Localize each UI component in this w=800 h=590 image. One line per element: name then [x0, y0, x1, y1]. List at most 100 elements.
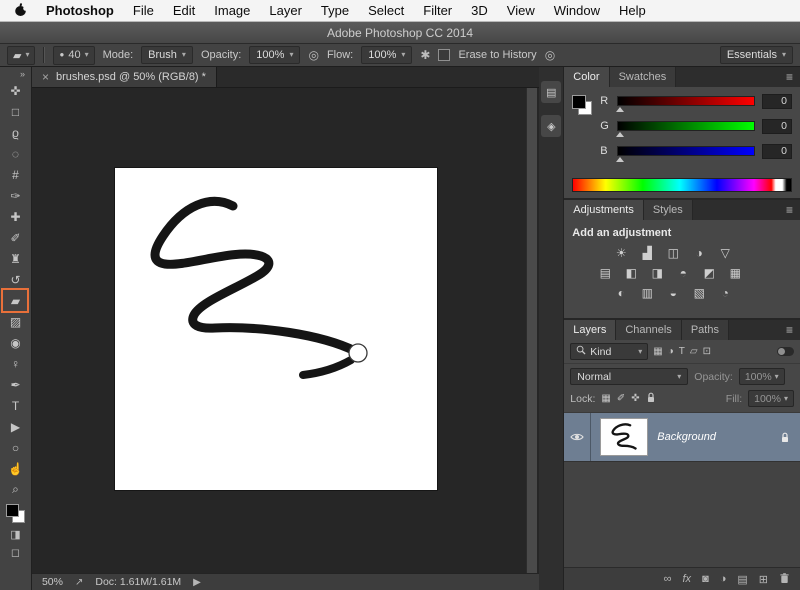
- channel-b-value[interactable]: 0: [762, 144, 792, 159]
- adjustment-invert-icon[interactable]: ◐: [614, 286, 628, 300]
- tab-color[interactable]: Color: [564, 67, 609, 87]
- adjustment-black-white-icon[interactable]: ◨: [650, 266, 664, 280]
- layer-effects-icon[interactable]: fx: [683, 573, 692, 585]
- menu-3d[interactable]: 3D: [471, 3, 488, 18]
- menu-window[interactable]: Window: [554, 3, 600, 18]
- erase-to-history-checkbox[interactable]: [438, 49, 450, 61]
- ellipse-tool[interactable]: ○: [3, 437, 27, 458]
- rectangular-marquee-tool[interactable]: □: [3, 101, 27, 122]
- quick-mask-button[interactable]: ◨: [10, 528, 20, 541]
- spot-healing-brush-tool[interactable]: ✚: [3, 206, 27, 227]
- mode-select[interactable]: Brush ▾: [141, 46, 193, 64]
- lock-image-pixels-icon[interactable]: ✐: [617, 393, 625, 404]
- channel-g-slider[interactable]: [617, 121, 755, 131]
- flow-select[interactable]: 100% ▾: [361, 46, 412, 64]
- eyedropper-tool[interactable]: ✑: [3, 185, 27, 206]
- adjustment-vibrance-icon[interactable]: ▽: [718, 246, 732, 260]
- clone-stamp-tool[interactable]: ♜: [3, 248, 27, 269]
- lock-position-icon[interactable]: ✜: [631, 393, 639, 404]
- adjustment-posterize-icon[interactable]: ▥: [640, 286, 654, 300]
- opacity-select[interactable]: 100% ▾: [249, 46, 300, 64]
- menu-image[interactable]: Image: [214, 3, 250, 18]
- panel-menu-icon[interactable]: ≡: [779, 67, 800, 87]
- tool-preset-button[interactable]: ▰ ▾: [7, 46, 35, 65]
- adjustment-curves-icon[interactable]: ◫: [666, 246, 680, 260]
- panel-menu-icon[interactable]: ≡: [779, 320, 800, 340]
- close-icon[interactable]: ×: [42, 70, 49, 84]
- adjustment-photo-filter-icon[interactable]: ◓: [676, 266, 690, 280]
- tablet-pressure-opacity-icon[interactable]: ◎: [308, 48, 318, 62]
- layer-fill-field[interactable]: 100% ▾: [748, 390, 794, 407]
- collapsed-panel-button-2[interactable]: ◈: [541, 115, 561, 137]
- adjustment-brightness-contrast-icon[interactable]: ☀: [614, 246, 628, 260]
- menu-file[interactable]: File: [133, 3, 154, 18]
- delete-layer-icon[interactable]: [779, 572, 790, 587]
- quick-selection-tool[interactable]: ◌: [3, 143, 27, 164]
- blur-tool[interactable]: ◉: [3, 332, 27, 353]
- tab-adjustments[interactable]: Adjustments: [564, 200, 644, 220]
- channel-r-slider[interactable]: [617, 96, 755, 106]
- zoom-level-field[interactable]: 50%: [42, 576, 63, 588]
- foreground-color-swatch[interactable]: [572, 95, 586, 109]
- status-menu-arrow-icon[interactable]: ▶: [193, 577, 201, 588]
- menu-layer[interactable]: Layer: [269, 3, 302, 18]
- channel-b-slider-thumb[interactable]: [616, 157, 624, 162]
- filter-pixel-layers-icon[interactable]: ▦: [653, 346, 662, 357]
- crop-tool[interactable]: #: [3, 164, 27, 185]
- history-brush-tool[interactable]: ↺: [3, 269, 27, 290]
- menu-select[interactable]: Select: [368, 3, 404, 18]
- pen-tool[interactable]: ✒: [3, 374, 27, 395]
- adjustment-gradient-map-icon[interactable]: ▧: [692, 286, 706, 300]
- layer-opacity-field[interactable]: 100% ▾: [739, 368, 785, 385]
- adjustment-threshold-icon[interactable]: ◒: [666, 286, 680, 300]
- color-spectrum-ramp[interactable]: [572, 178, 792, 192]
- new-group-icon[interactable]: ▤: [737, 573, 747, 586]
- menu-edit[interactable]: Edit: [173, 3, 195, 18]
- filter-adjustment-layers-icon[interactable]: ◑: [668, 346, 674, 357]
- channel-g-value[interactable]: 0: [762, 119, 792, 134]
- layer-filter-toggle[interactable]: [777, 347, 794, 356]
- filter-smart-objects-icon[interactable]: ⊡: [703, 346, 711, 357]
- lasso-tool[interactable]: ϱ: [3, 122, 27, 143]
- brush-tool[interactable]: ✐: [3, 227, 27, 248]
- menu-help[interactable]: Help: [619, 3, 646, 18]
- toolbar-collapse-icon[interactable]: »: [20, 68, 31, 80]
- apple-menu-icon[interactable]: [14, 2, 27, 20]
- workspace-switcher[interactable]: Essentials ▾: [720, 46, 793, 64]
- new-layer-icon[interactable]: ⊞: [759, 573, 768, 586]
- eraser-tool[interactable]: ▰: [3, 290, 27, 311]
- layer-row-background[interactable]: Background: [564, 413, 800, 462]
- layer-visibility-toggle[interactable]: [564, 413, 591, 461]
- adjustment-color-lookup-icon[interactable]: ▦: [728, 266, 742, 280]
- channel-g-slider-thumb[interactable]: [616, 132, 624, 137]
- tablet-pressure-size-icon[interactable]: ◎: [545, 48, 555, 62]
- adjustment-exposure-icon[interactable]: ◑: [692, 246, 706, 260]
- link-layers-icon[interactable]: ∞: [664, 573, 672, 585]
- move-tool[interactable]: ✜: [3, 80, 27, 101]
- channel-r-slider-thumb[interactable]: [616, 107, 624, 112]
- menu-filter[interactable]: Filter: [423, 3, 452, 18]
- lock-transparent-pixels-icon[interactable]: ▦: [601, 393, 610, 404]
- collapsed-panel-button-1[interactable]: ▤: [541, 81, 561, 103]
- adjustment-color-balance-icon[interactable]: ◧: [624, 266, 638, 280]
- document-tab[interactable]: × brushes.psd @ 50% (RGB/8) *: [32, 67, 217, 87]
- zoom-tool[interactable]: ⌕: [3, 479, 27, 500]
- channel-r-value[interactable]: 0: [762, 94, 792, 109]
- adjustment-levels-icon[interactable]: ▟: [640, 246, 654, 260]
- screen-mode-button[interactable]: ◻: [11, 546, 20, 559]
- tab-layers[interactable]: Layers: [564, 320, 616, 340]
- filter-shape-layers-icon[interactable]: ▱: [690, 346, 698, 357]
- type-tool[interactable]: T: [3, 395, 27, 416]
- status-share-icon[interactable]: ↗: [75, 577, 83, 588]
- path-selection-tool[interactable]: ▶: [3, 416, 27, 437]
- blend-mode-select[interactable]: Normal ▾: [570, 368, 688, 385]
- airbrush-icon[interactable]: ✱: [420, 48, 430, 62]
- menu-view[interactable]: View: [507, 3, 535, 18]
- filter-type-layers-icon[interactable]: T: [679, 346, 685, 357]
- menu-type[interactable]: Type: [321, 3, 349, 18]
- tab-styles[interactable]: Styles: [644, 200, 693, 220]
- canvas[interactable]: [115, 168, 437, 490]
- vertical-scrollbar[interactable]: [526, 88, 537, 573]
- gradient-tool[interactable]: ▨: [3, 311, 27, 332]
- add-layer-mask-icon[interactable]: ◙: [702, 573, 709, 585]
